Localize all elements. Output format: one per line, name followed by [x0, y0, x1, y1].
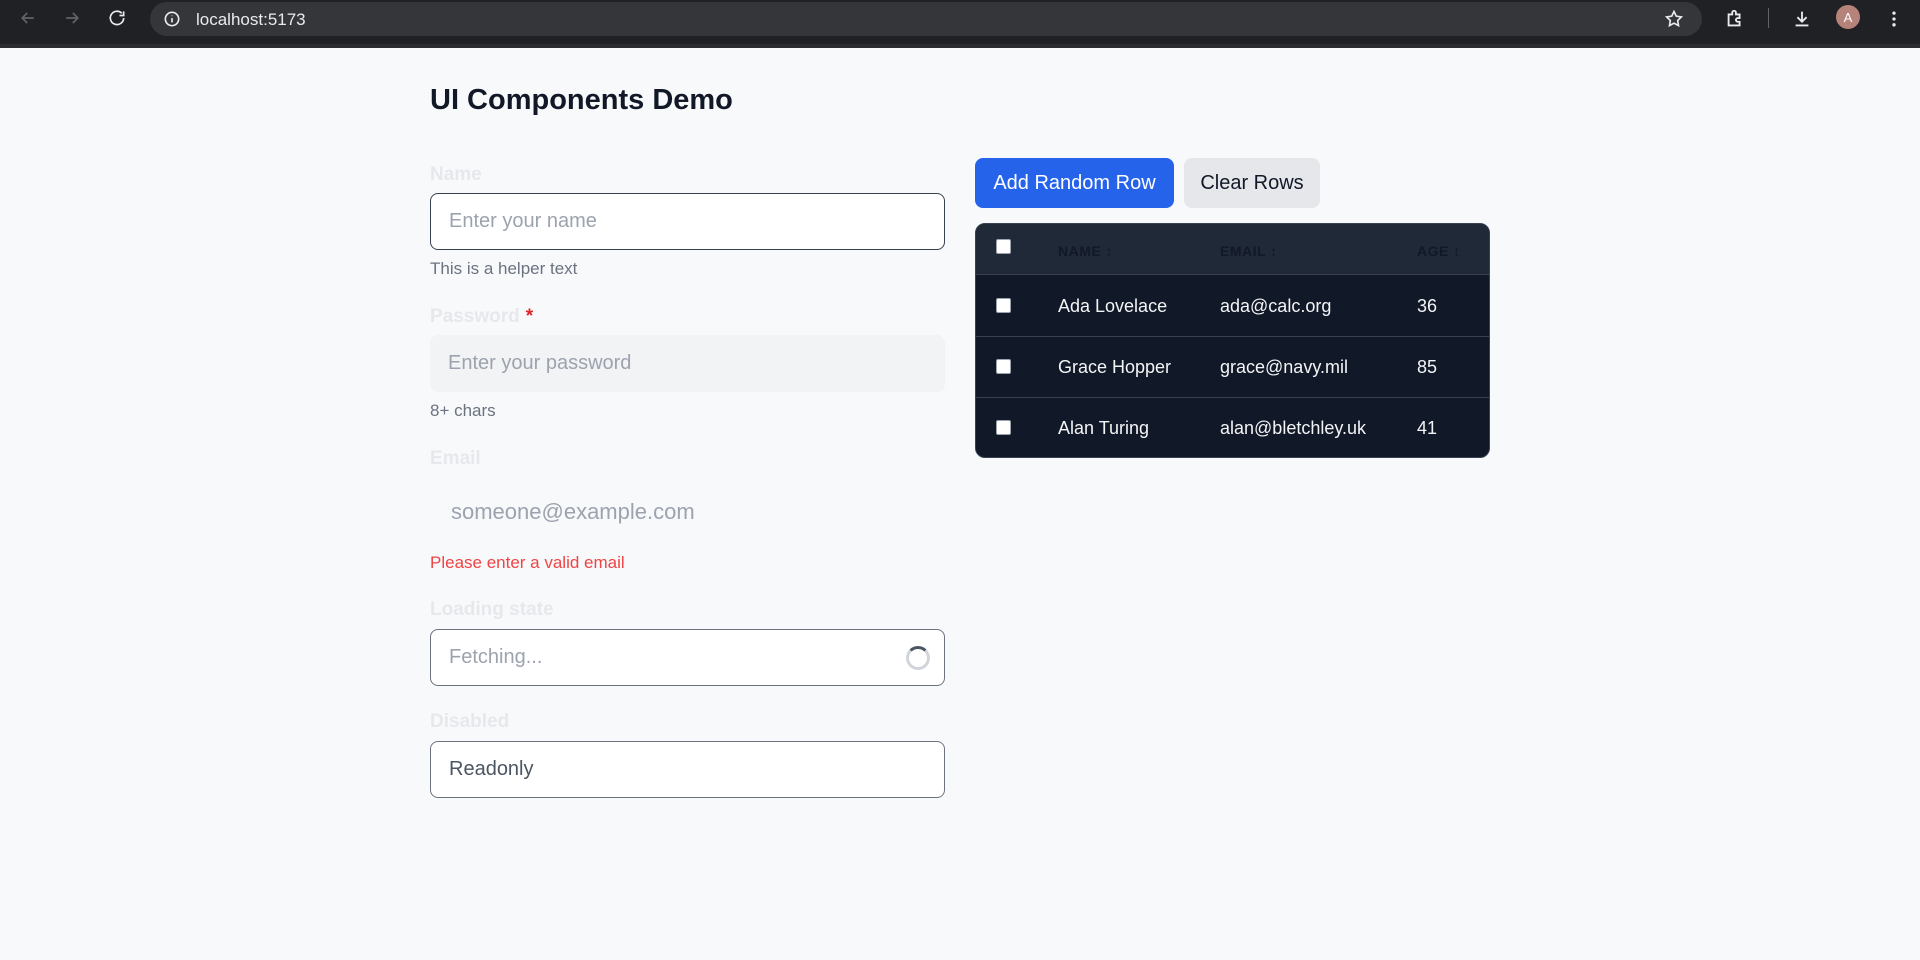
table-row: Alan Turing alan@bletchley.uk 41 [976, 398, 1489, 457]
password-input[interactable]: Enter your password [430, 335, 945, 392]
loading-input[interactable]: Fetching... [430, 629, 945, 686]
spinner-icon [906, 646, 930, 670]
data-table: NAME ↕ EMAIL ↕ AGE ↕ Ada Lovelace ada@ca… [975, 223, 1490, 458]
name-helper-text: This is a helper text [430, 259, 578, 278]
cell-name: Ada Lovelace [1058, 296, 1168, 316]
row-checkbox[interactable] [996, 420, 1011, 435]
table-row: Grace Hopper grace@navy.mil 85 [976, 337, 1489, 398]
table-header: NAME ↕ EMAIL ↕ AGE ↕ [976, 224, 1489, 275]
add-random-row-button[interactable]: Add Random Row [975, 158, 1174, 208]
cell-age: 41 [1417, 418, 1438, 438]
disabled-input[interactable]: Readonly [430, 741, 945, 798]
password-label: Password * [430, 306, 533, 328]
extensions-icon[interactable] [1723, 7, 1747, 31]
clear-rows-button[interactable]: Clear Rows [1184, 158, 1320, 208]
cell-email: alan@bletchley.uk [1220, 418, 1367, 438]
url-text[interactable]: localhost:5173 [196, 10, 306, 30]
address-bar[interactable]: localhost:5173 [150, 2, 1702, 36]
cell-name: Grace Hopper [1058, 357, 1172, 377]
row-checkbox[interactable] [996, 359, 1011, 374]
profile-avatar[interactable]: A [1836, 5, 1860, 29]
reload-icon[interactable] [102, 6, 132, 30]
required-mark: * [525, 306, 534, 327]
email-input[interactable]: someone@example.com [430, 483, 945, 540]
name-input[interactable]: Enter your name [430, 193, 945, 250]
cell-name: Alan Turing [1058, 418, 1150, 438]
page-title: UI Components Demo [430, 84, 733, 116]
column-header-email[interactable]: EMAIL ↕ [1220, 243, 1278, 259]
email-label: Email [430, 448, 481, 469]
loading-label: Loading state [430, 599, 554, 620]
column-header-name[interactable]: NAME ↕ [1058, 243, 1113, 259]
bookmark-star-icon[interactable] [1664, 9, 1684, 29]
back-icon[interactable] [13, 6, 43, 30]
cell-email: grace@navy.mil [1220, 357, 1348, 377]
select-all-checkbox[interactable] [996, 239, 1011, 254]
toolbar-divider [0, 44, 1920, 48]
more-menu-icon[interactable] [1882, 7, 1906, 31]
loading-placeholder: Fetching... [449, 646, 543, 668]
row-checkbox[interactable] [996, 298, 1011, 313]
cell-email: ada@calc.org [1220, 296, 1332, 316]
site-info-icon[interactable] [162, 9, 182, 29]
cell-age: 36 [1417, 296, 1438, 316]
download-icon[interactable] [1790, 7, 1814, 31]
forward-icon[interactable] [57, 6, 87, 30]
column-header-age[interactable]: AGE ↕ [1417, 243, 1461, 259]
name-label: Name [430, 164, 482, 185]
password-helper-text: 8+ chars [430, 401, 496, 420]
email-error-text: Please enter a valid email [430, 553, 625, 572]
password-label-text: Password [430, 306, 520, 327]
cell-age: 85 [1417, 357, 1438, 377]
toolbar-separator [1768, 8, 1769, 28]
table-row: Ada Lovelace ada@calc.org 36 [976, 276, 1489, 337]
disabled-label: Disabled [430, 711, 510, 732]
